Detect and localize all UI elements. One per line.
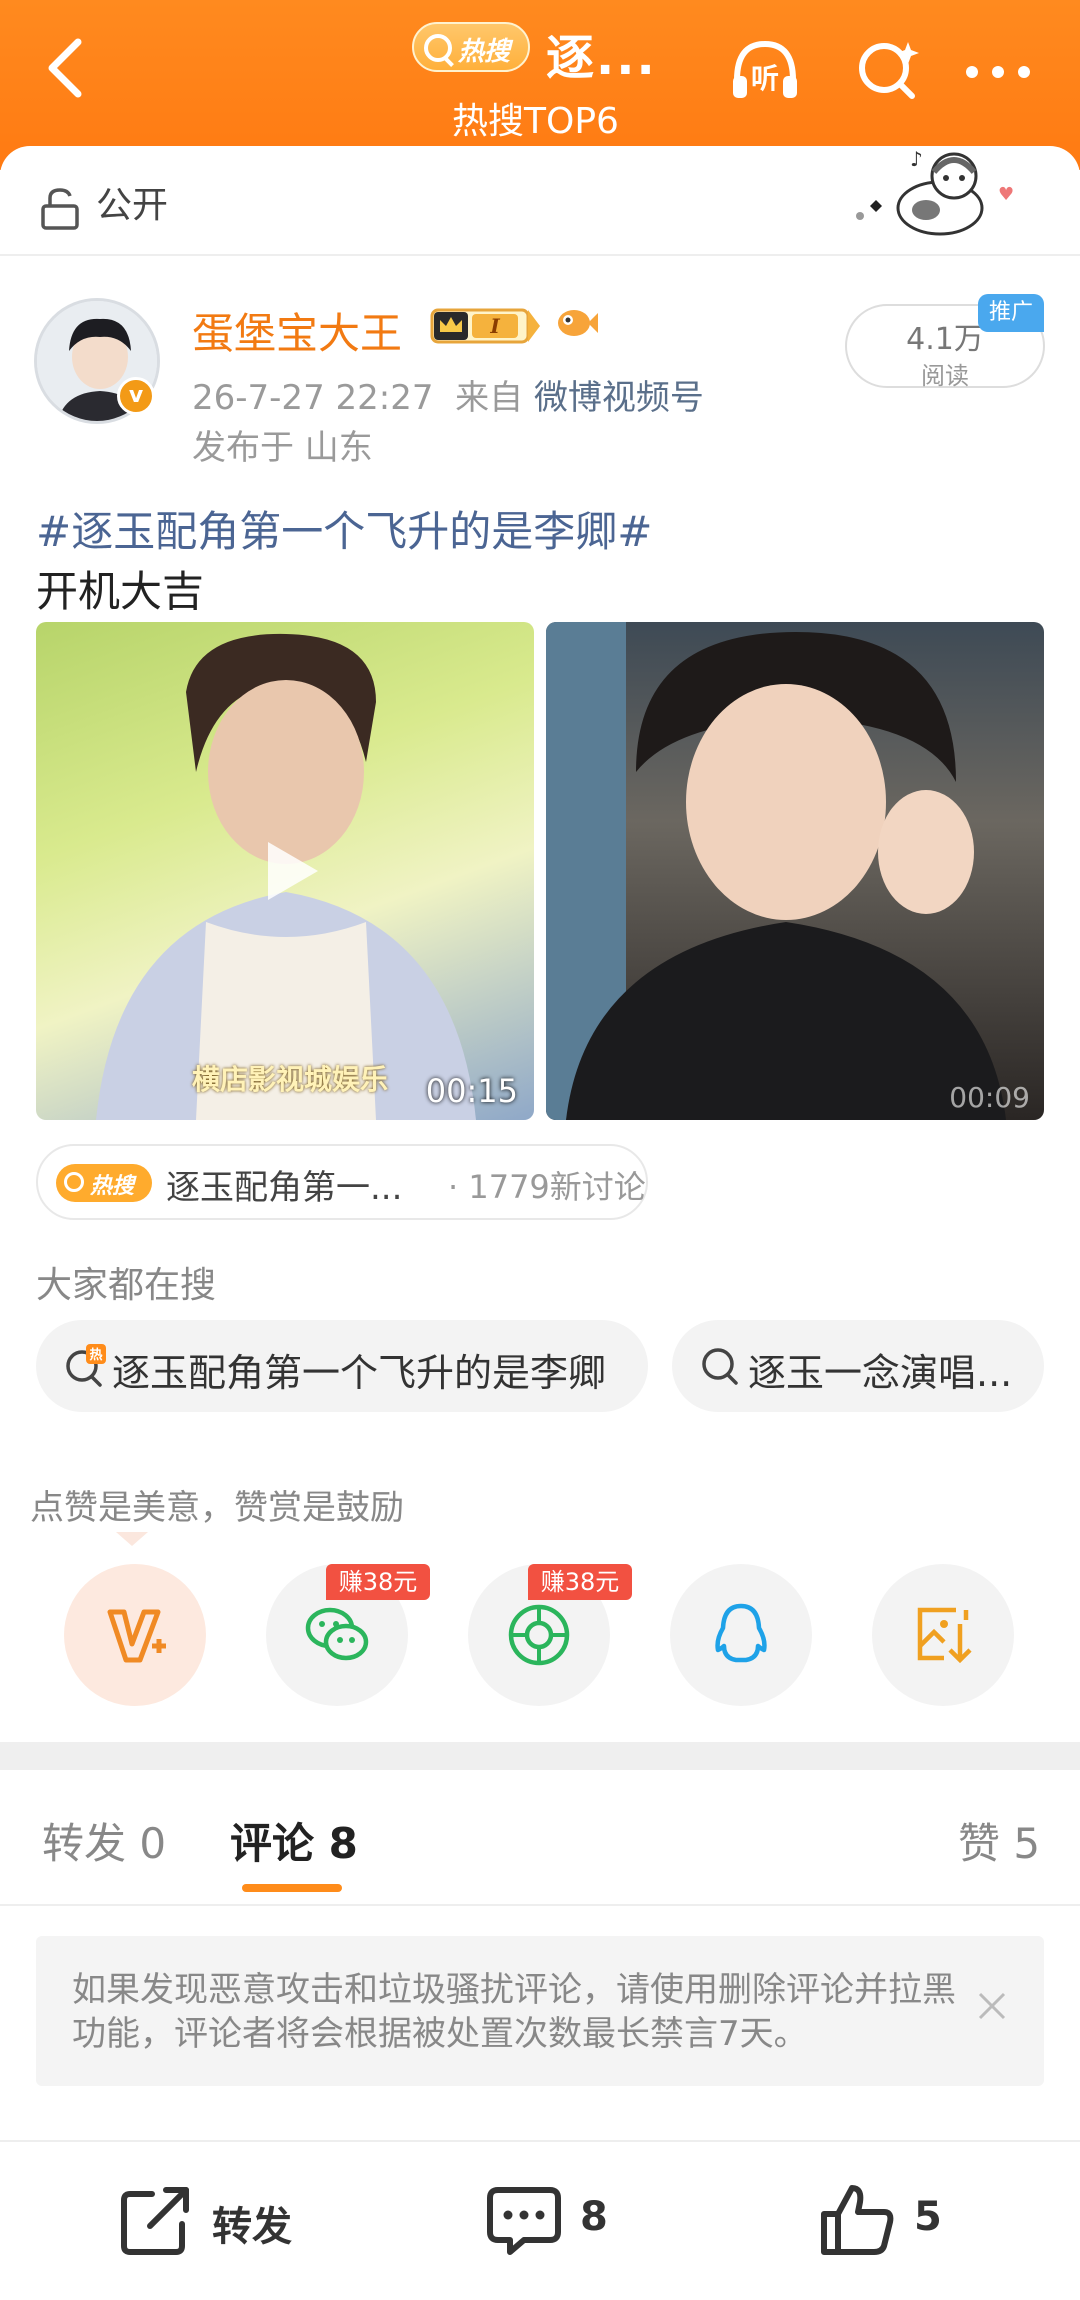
close-icon[interactable] <box>972 1986 1012 2026</box>
search-icon <box>424 34 452 62</box>
search-suggestion-chip[interactable]: 热 逐玉配角第一个飞升的是李卿 <box>36 1320 648 1412</box>
video-thumbnail-1[interactable]: 横店影视城娱乐 00:15 <box>36 622 534 1120</box>
top-header: 热搜 逐... 热搜TOP6 听 <box>0 0 1080 170</box>
trending-search-heading: 大家都在搜 <box>36 1265 217 1306</box>
video-duration: 00:09 <box>949 1081 1030 1114</box>
hot-tag-discussion-count: · 1779新讨论 <box>448 1168 646 1206</box>
verified-badge-icon: v <box>117 377 155 415</box>
post-location: 发布于 山东 <box>192 428 373 468</box>
fish-badge-icon[interactable] <box>552 303 598 343</box>
tab-likes[interactable]: 赞 5 <box>958 1810 1040 1871</box>
back-arrow-icon[interactable] <box>34 28 94 108</box>
page-title: 逐... <box>546 30 657 86</box>
like-count: 5 <box>914 2194 942 2240</box>
tab-reposts[interactable]: 转发 0 <box>42 1810 166 1871</box>
page-subtitle: 热搜TOP6 <box>452 101 619 142</box>
post-source-link[interactable]: 微博视频号 <box>534 378 704 418</box>
section-divider <box>0 1742 1080 1770</box>
svg-text:♥: ♥ <box>998 184 1014 205</box>
lock-icon <box>41 188 79 230</box>
repost-label: 转发 <box>212 2204 292 2250</box>
more-options-icon[interactable] <box>958 30 1038 110</box>
qq-icon <box>715 1603 767 1663</box>
reward-icon <box>107 1609 166 1663</box>
hot-badge-label: 热搜 <box>90 1174 135 1199</box>
comment-button[interactable]: 8 <box>484 2180 644 2260</box>
member-crown-icon[interactable]: I <box>428 306 544 346</box>
username[interactable]: 蛋堡宝大王 <box>192 300 402 361</box>
search-suggestion-text: 逐玉一念演唱... <box>748 1351 1013 1395</box>
post-meta: 26-7-27 22:27 来自 微博视频号 <box>192 370 704 419</box>
earn-badge: 赚38元 <box>326 1564 430 1600</box>
video-duration: 00:15 <box>425 1072 518 1110</box>
moments-icon <box>508 1604 570 1666</box>
earn-badge: 赚38元 <box>528 1564 632 1600</box>
search-suggestion-text: 逐玉配角第一个飞升的是李卿 <box>112 1351 607 1395</box>
level-badge-label: I <box>489 314 500 338</box>
video-watermark: 横店影视城娱乐 <box>192 1063 389 1096</box>
visibility-bar: 公开 ♪ ♥ <box>0 146 1080 256</box>
tip-caret <box>116 1532 148 1546</box>
thumbs-up-icon <box>821 2185 894 2255</box>
video-thumbnail-2[interactable]: 00:09 <box>546 622 1044 1120</box>
save-image-button[interactable] <box>872 1564 1014 1706</box>
search-icon <box>702 1348 738 1385</box>
reward-button[interactable] <box>64 1564 206 1706</box>
repost-button[interactable]: 转发 <box>116 2180 316 2260</box>
like-button[interactable]: 5 <box>818 2180 978 2260</box>
listen-icon[interactable]: 听 <box>725 30 805 110</box>
post-timestamp: 26-7-27 22:27 <box>192 378 434 418</box>
cat-music-decoration-icon: ♪ ♥ <box>856 147 1014 236</box>
visibility-label: 公开 <box>96 185 169 226</box>
wechat-icon <box>305 1607 369 1661</box>
topic-hashtag-link[interactable]: #逐玉配角第一个飞升的是李卿# <box>36 498 652 559</box>
active-tab-indicator <box>242 1884 342 1892</box>
search-suggestion-chip[interactable]: 逐玉一念演唱... <box>672 1320 1044 1412</box>
search-icon[interactable] <box>848 30 928 110</box>
comment-icon <box>487 2187 561 2255</box>
tab-comments[interactable]: 评论 8 <box>230 1810 358 1871</box>
video-frame-icon <box>546 622 1006 1120</box>
source-prefix: 来自 <box>455 378 524 418</box>
read-label: 阅读 <box>921 362 969 390</box>
hot-search-tag[interactable]: 热搜 逐玉配角第一... · 1779新讨论 <box>36 1144 648 1220</box>
svg-text:热: 热 <box>89 1347 102 1363</box>
search-icon <box>64 1172 84 1192</box>
listen-label: 听 <box>751 62 779 95</box>
play-icon[interactable] <box>262 838 322 904</box>
hot-search-badge: 热搜 <box>412 22 530 72</box>
comment-count: 8 <box>580 2194 608 2240</box>
post-text: 开机大吉 <box>36 567 205 616</box>
promote-badge[interactable]: 推广 <box>978 294 1044 332</box>
share-qq-button[interactable] <box>670 1564 812 1706</box>
hot-search-badge: 热搜 <box>56 1164 152 1202</box>
comment-notice-text: 如果发现恶意攻击和垃圾骚扰评论，请使用删除评论并拉黑功能，评论者将会根据被处置次… <box>72 1970 956 2054</box>
tab-divider <box>0 1904 1080 1906</box>
hot-search-icon: 热 <box>66 1344 106 1387</box>
svg-text:♪: ♪ <box>910 147 923 171</box>
reward-tip: 点赞是美意，赞赏是鼓励 <box>30 1488 404 1528</box>
hot-badge-label: 热搜 <box>458 37 511 67</box>
hot-tag-title: 逐玉配角第一... <box>166 1168 403 1208</box>
repost-icon <box>121 2187 189 2255</box>
comment-notice: 如果发现恶意攻击和垃圾骚扰评论，请使用删除评论并拉黑功能，评论者将会根据被处置次… <box>36 1936 1044 2086</box>
save-image-icon <box>917 1607 972 1664</box>
bottom-action-bar: 转发 8 5 <box>0 2140 1080 2300</box>
header-title[interactable]: 热搜 逐... 热搜TOP6 <box>410 14 710 154</box>
